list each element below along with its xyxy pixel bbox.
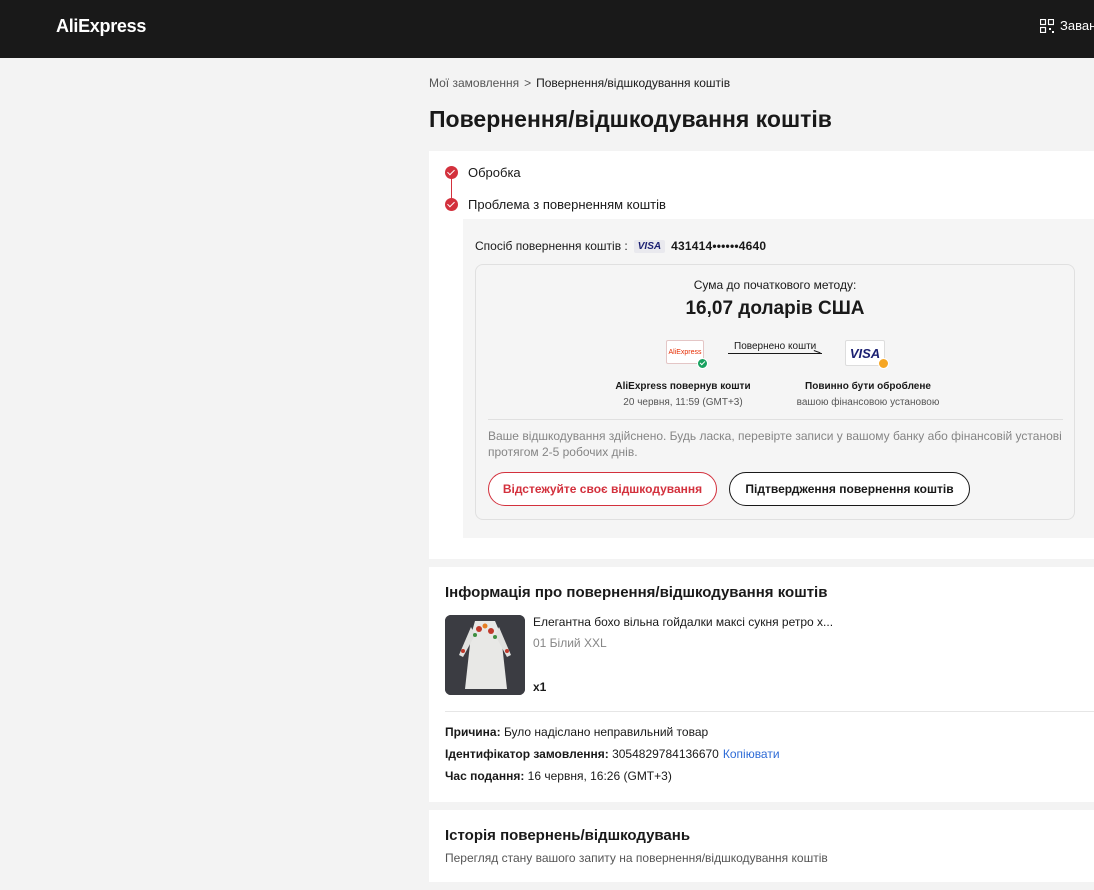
visa-icon: VISA bbox=[633, 239, 666, 253]
product-quantity: x1 bbox=[533, 680, 547, 694]
step-processing: Обробка bbox=[445, 165, 521, 180]
pending-clock-icon bbox=[878, 358, 889, 369]
page-title: Повернення/відшкодування коштів bbox=[429, 106, 832, 132]
divider bbox=[488, 419, 1063, 420]
card-number: 431414••••••4640 bbox=[671, 239, 767, 253]
download-label: Завант bbox=[1060, 18, 1094, 33]
submit-time-row: Час подання: 16 червня, 16:26 (GMT+3) bbox=[445, 769, 672, 783]
reason-value: Було надіслано неправильний товар bbox=[503, 725, 709, 739]
order-id-value: 3054829784136670 bbox=[612, 747, 719, 761]
track-refund-button[interactable]: Відстежуйте своє відшкодування bbox=[488, 472, 717, 506]
order-id-row: Ідентифікатор замовлення: 30548297841366… bbox=[445, 747, 780, 761]
aliexpress-logo[interactable]: AliExpress bbox=[56, 16, 146, 37]
dest-sub: вашою фінансовою установою bbox=[796, 397, 940, 408]
qr-code-icon bbox=[1040, 18, 1054, 33]
history-subtitle: Перегляд стану вашого запиту на повернен… bbox=[445, 851, 828, 865]
sum-value: 16,07 доларів США bbox=[685, 298, 865, 319]
arrow-right-icon bbox=[811, 350, 821, 359]
copy-order-id-link[interactable]: Копіювати bbox=[723, 747, 780, 761]
refund-amount-box: Сума до початкового методу: 16,07 доларі… bbox=[475, 264, 1075, 520]
success-check-icon bbox=[697, 358, 708, 369]
confirm-refund-button[interactable]: Підтвердження повернення коштів bbox=[729, 472, 970, 506]
refund-note: Ваше відшкодування здійснено. Будь ласка… bbox=[488, 429, 1062, 459]
step-refund-problem: Проблема з поверненням коштів bbox=[445, 197, 666, 212]
dress-image bbox=[445, 615, 525, 695]
top-bar: AliExpress Завант bbox=[0, 0, 1094, 58]
step-label: Обробка bbox=[468, 165, 521, 180]
source-time: 20 червня, 11:59 (GMT+3) bbox=[623, 397, 743, 408]
breadcrumb-my-orders[interactable]: Мої замовлення bbox=[429, 76, 519, 90]
breadcrumb: Мої замовлення > Повернення/відшкодування … bbox=[429, 76, 730, 90]
refund-detail-panel: Спосіб повернення коштів : VISA 431414••… bbox=[463, 219, 1094, 538]
order-id-label: Ідентифікатор замовлення: bbox=[445, 747, 609, 761]
refund-history-card[interactable]: Історія повернень/відшкодувань Перегляд … bbox=[429, 810, 1094, 882]
step-check-icon bbox=[445, 198, 458, 211]
submit-time-value: 16 червня, 16:26 (GMT+3) bbox=[527, 769, 672, 783]
refund-info-card: Інформація про повернення/відшкодування … bbox=[429, 567, 1094, 802]
download-app-link[interactable]: Завант bbox=[1040, 18, 1094, 33]
breadcrumb-current: Повернення/відшкодування коштів bbox=[536, 76, 731, 90]
divider bbox=[445, 711, 1094, 712]
step-label: Проблема з поверненням коштів bbox=[468, 197, 666, 212]
flow-arrow-line bbox=[728, 353, 822, 354]
product-name[interactable]: Елегантна бохо вільна гойдалки максі сук… bbox=[533, 615, 833, 629]
refund-method-label: Спосіб повернення коштів : bbox=[475, 239, 628, 253]
flow-label: Повернено кошти bbox=[734, 341, 817, 352]
product-variant: 01 Білий XXL bbox=[533, 636, 607, 650]
sum-label: Сума до початкового методу: bbox=[693, 278, 857, 292]
history-title: Історія повернень/відшкодувань bbox=[445, 827, 691, 844]
reason-row: Причина: Було надіслано неправильний тов… bbox=[445, 725, 708, 739]
breadcrumb-separator: > bbox=[524, 76, 532, 90]
refund-status-card: Обробка Проблема з поверненням коштів Сп… bbox=[429, 151, 1094, 559]
section-title: Інформація про повернення/відшкодування … bbox=[445, 584, 828, 601]
reason-label: Причина: bbox=[445, 725, 501, 739]
refund-method: Спосіб повернення коштів : VISA 431414••… bbox=[475, 239, 766, 253]
product-image[interactable] bbox=[445, 615, 525, 695]
dest-title: Повинно бути оброблене bbox=[805, 381, 931, 392]
submit-time-label: Час подання: bbox=[445, 769, 525, 783]
source-title: AliExpress повернув кошти bbox=[615, 381, 751, 392]
